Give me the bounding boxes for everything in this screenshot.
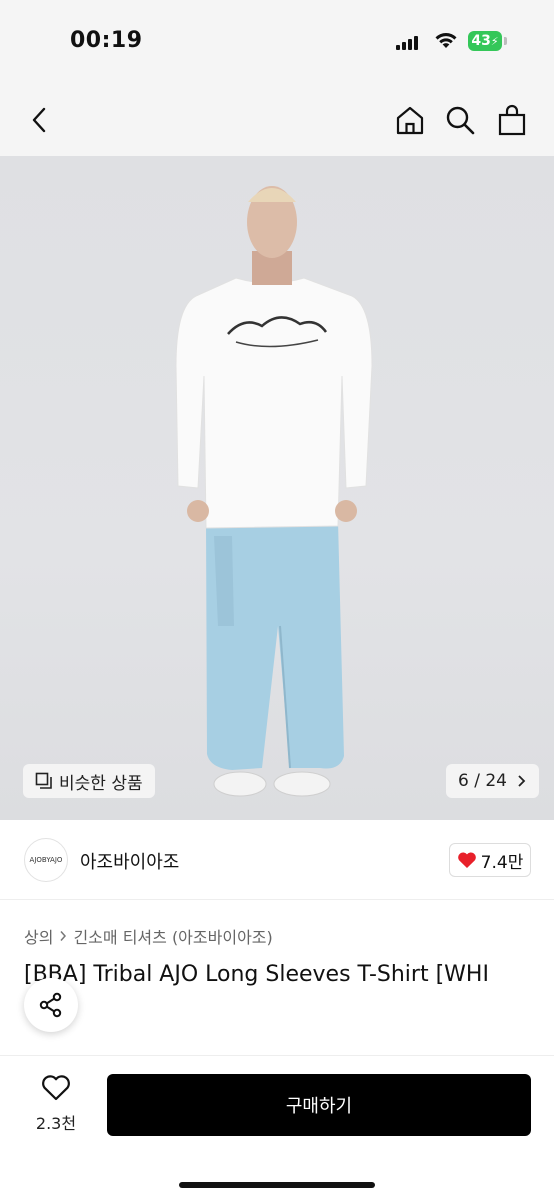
share-icon — [39, 992, 62, 1018]
top-nav-bar — [0, 84, 554, 156]
heart-filled-icon — [457, 852, 476, 868]
image-page-counter[interactable]: 6 / 24 — [446, 764, 539, 798]
similar-items-button[interactable]: 비슷한 상품 — [23, 764, 155, 798]
buy-button[interactable]: 구매하기 — [107, 1074, 531, 1136]
battery-cap — [504, 37, 507, 45]
cart-button[interactable] — [494, 102, 530, 138]
share-button[interactable] — [24, 978, 78, 1032]
home-button[interactable] — [392, 102, 428, 138]
breadcrumb-subcategory[interactable]: 긴소매 티셔츠 (아조바이아조) — [73, 924, 272, 948]
brand-like-count: 7.4만 — [480, 852, 524, 873]
cellular-signal-icon — [396, 34, 422, 50]
back-button[interactable] — [22, 102, 58, 138]
wishlist-button[interactable]: 2.3천 — [24, 1074, 88, 1140]
seller-name[interactable]: 아조바이아조 — [80, 848, 179, 874]
wishlist-count: 2.3천 — [35, 1114, 77, 1133]
model-photo — [175, 186, 373, 797]
seller-logo-text: AJOBYAJO — [29, 856, 63, 864]
battery-indicator: 43⚡ — [468, 31, 502, 51]
product-image[interactable]: 비슷한 상품 6 / 24 — [0, 156, 554, 820]
home-indicator — [179, 1182, 375, 1188]
similar-items-label: 비슷한 상품 — [59, 773, 143, 794]
breadcrumb-category[interactable]: 상의 — [24, 924, 53, 948]
product-title: [BBA] Tribal AJO Long Sleeves T-Shirt [W… — [24, 962, 489, 987]
search-icon — [446, 106, 475, 135]
heart-outline-icon — [42, 1075, 70, 1101]
seller-row: AJOBYAJO 아조바이아조 7.4만 — [0, 820, 554, 900]
status-time: 00:19 — [70, 28, 143, 53]
seller-logo[interactable]: AJOBYAJO — [24, 838, 68, 882]
page-counter-text: 6 / 24 — [458, 771, 507, 791]
bottom-action-bar: 2.3천 구매하기 — [0, 1055, 554, 1200]
breadcrumb: 상의 긴소매 티셔츠 (아조바이아조) — [24, 924, 273, 948]
wifi-icon — [435, 33, 457, 48]
chevron-right-icon — [60, 931, 67, 941]
brand-like-button[interactable]: 7.4만 — [449, 843, 531, 877]
similar-items-icon — [35, 772, 52, 789]
status-bar: 00:19 43⚡ — [0, 0, 554, 84]
shopping-bag-icon — [498, 104, 526, 136]
chevron-right-icon — [518, 775, 526, 787]
home-icon — [396, 106, 424, 135]
search-button[interactable] — [442, 102, 478, 138]
chevron-left-icon — [32, 107, 46, 133]
